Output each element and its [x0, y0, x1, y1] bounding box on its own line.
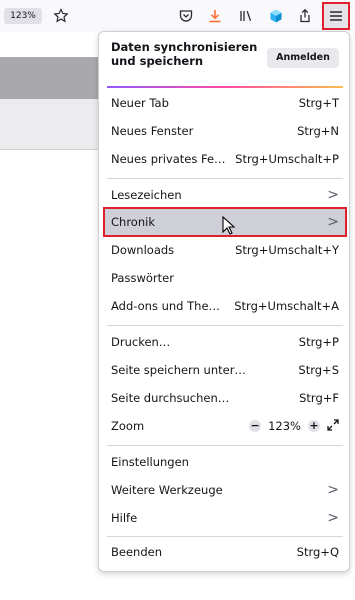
share-icon[interactable]	[295, 6, 315, 26]
download-icon[interactable]	[205, 6, 225, 26]
menu-item-shortcut: Strg+F	[299, 391, 339, 405]
menu-item-shortcut: Strg+T	[298, 96, 339, 110]
menu-item-label: Lesezeichen	[111, 188, 182, 202]
chevron-right-icon: >	[327, 187, 339, 203]
mouse-pointer-icon	[222, 215, 236, 239]
menu-item-save-page[interactable]: Seite speichern unter… Strg+S	[105, 357, 345, 383]
chevron-right-icon: >	[327, 510, 339, 526]
browser-toolbar: 123%	[0, 0, 355, 32]
hamburger-menu-icon[interactable]	[322, 2, 350, 30]
menu-item-new-tab[interactable]: Neuer Tab Strg+T	[105, 90, 345, 116]
menu-item-shortcut: Strg+Umschalt+A	[234, 299, 339, 313]
chevron-right-icon: >	[327, 214, 339, 230]
sync-accent-divider	[107, 86, 343, 88]
menu-item-label: Weitere Werkzeuge	[111, 483, 223, 497]
menu-item-label: Neuer Tab	[111, 96, 169, 110]
menu-item-bookmarks[interactable]: Lesezeichen >	[105, 182, 345, 208]
extension-icon[interactable]	[266, 6, 286, 26]
star-icon[interactable]	[51, 6, 71, 26]
page-subheader-band	[0, 99, 100, 149]
zoom-level-badge[interactable]: 123%	[4, 8, 42, 24]
menu-item-zoom: Zoom − 123% +	[105, 413, 345, 439]
menu-item-label: Passwörter	[111, 271, 174, 285]
menu-item-label: Zoom	[111, 419, 145, 433]
zoom-out-button[interactable]: −	[249, 420, 262, 432]
zoom-controls: − 123% +	[249, 418, 339, 434]
zoom-in-button[interactable]: +	[308, 420, 320, 432]
menu-item-new-window[interactable]: Neues Fenster Strg+N	[105, 118, 345, 144]
menu-item-label: Seite durchsuchen…	[111, 391, 230, 405]
app-menu-panel: Daten synchronisieren und speichern Anme…	[98, 31, 350, 572]
menu-item-shortcut: Strg+Umschalt+P	[235, 152, 339, 166]
menu-item-shortcut: Strg+P	[298, 335, 339, 349]
chevron-right-icon: >	[327, 482, 339, 498]
menu-item-label: Beenden	[111, 545, 162, 559]
menu-item-label: Downloads	[111, 243, 175, 257]
menu-item-label: Einstellungen	[111, 455, 189, 469]
menu-item-shortcut: Strg+Q	[296, 545, 339, 559]
fullscreen-icon[interactable]	[327, 418, 339, 434]
menu-item-find-in-page[interactable]: Seite durchsuchen… Strg+F	[105, 385, 345, 411]
page-header-band	[0, 57, 100, 99]
menu-item-more-tools[interactable]: Weitere Werkzeuge >	[105, 477, 345, 503]
menu-separator	[107, 178, 343, 179]
menu-item-shortcut: Strg+S	[298, 363, 339, 377]
menu-item-label: Neues Fenster	[111, 124, 194, 138]
menu-item-shortcut: Strg+N	[297, 124, 339, 138]
menu-item-downloads[interactable]: Downloads Strg+Umschalt+Y	[105, 237, 345, 263]
menu-item-settings[interactable]: Einstellungen	[105, 449, 345, 475]
menu-item-quit[interactable]: Beenden Strg+Q	[105, 539, 345, 565]
menu-item-label: Hilfe	[111, 511, 138, 525]
menu-item-label: Seite speichern unter…	[111, 363, 246, 377]
sign-in-button[interactable]: Anmelden	[267, 48, 339, 68]
menu-item-label: Drucken…	[111, 335, 171, 349]
menu-item-label: Add-ons und The…	[111, 299, 221, 313]
page-divider	[0, 149, 100, 150]
menu-item-help[interactable]: Hilfe >	[105, 505, 345, 531]
menu-item-addons-themes[interactable]: Add-ons und The… Strg+Umschalt+A	[105, 293, 345, 319]
menu-separator	[107, 325, 343, 326]
menu-item-label: Chronik	[111, 215, 155, 229]
zoom-value[interactable]: 123%	[268, 419, 301, 433]
menu-item-passwords[interactable]: Passwörter	[105, 265, 345, 291]
menu-separator	[107, 536, 343, 537]
menu-separator	[107, 445, 343, 446]
library-icon[interactable]	[236, 6, 256, 26]
menu-item-label: Neues privates Fe…	[111, 152, 226, 166]
pocket-icon[interactable]	[176, 6, 196, 26]
sync-heading: Daten synchronisieren und speichern	[111, 40, 258, 68]
menu-item-new-private-window[interactable]: Neues privates Fe… Strg+Umschalt+P	[105, 146, 345, 172]
menu-item-shortcut: Strg+Umschalt+Y	[235, 243, 339, 257]
menu-item-print[interactable]: Drucken… Strg+P	[105, 329, 345, 355]
